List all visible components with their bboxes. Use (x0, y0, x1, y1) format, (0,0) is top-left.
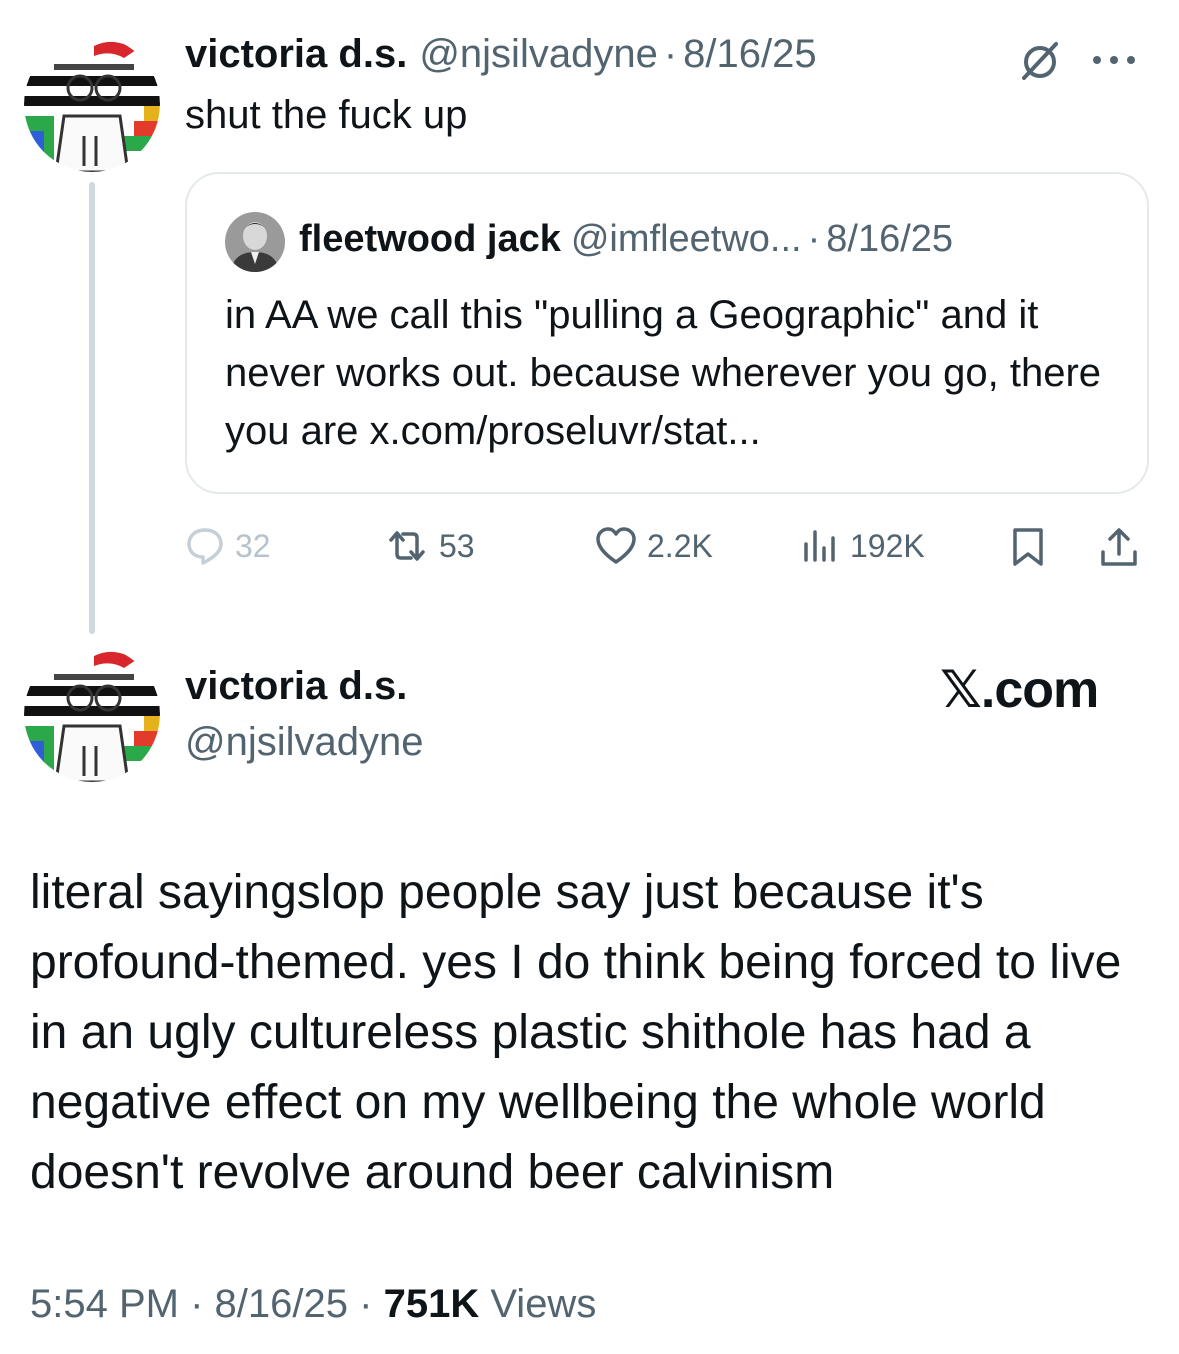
reply-separator: · (663, 32, 678, 76)
meta-separator-2: · (359, 1282, 373, 1326)
reply-icon (185, 526, 225, 566)
quote-text: in AA we call this "pulling a Geographic… (225, 293, 1102, 453)
quote-separator: · (807, 218, 821, 260)
repost-button[interactable]: 53 (385, 526, 475, 566)
avatar-main-author[interactable] (24, 646, 160, 782)
quote-author-handle[interactable]: @imfleetwo... (571, 218, 802, 260)
action-bar: 32 53 2.2K 192K (185, 520, 1149, 576)
views-button[interactable]: 192K (800, 526, 925, 566)
share-icon (1099, 526, 1139, 568)
reply-date[interactable]: 8/16/25 (683, 32, 816, 76)
reply-text: shut the fuck up (185, 93, 468, 137)
brand-logo: 𝕏.com (940, 661, 1099, 719)
avatar-quote-author[interactable] (225, 212, 285, 272)
main-author-handle[interactable]: @njsilvadyne (185, 720, 424, 765)
tweet-date[interactable]: 8/16/25 (215, 1282, 348, 1326)
main-author-name[interactable]: victoria d.s. (185, 664, 407, 709)
bookmark-icon (1010, 526, 1046, 568)
bookmark-button[interactable] (1010, 526, 1046, 568)
quote-author-name[interactable]: fleetwood jack (299, 218, 561, 260)
main-tweet-text: literal sayingslop people say just becau… (30, 866, 1122, 1199)
reply-header-icons (1018, 38, 1138, 87)
share-button[interactable] (1099, 526, 1139, 568)
more-icon[interactable] (1090, 53, 1138, 72)
avatar-reply-author[interactable] (24, 36, 160, 172)
views-count: 192K (850, 527, 925, 564)
repost-count: 53 (439, 527, 475, 564)
tweet-meta: 5:54 PM · 8/16/25 · 751K Views (30, 1282, 596, 1327)
reply-count: 32 (235, 527, 271, 564)
quoted-tweet[interactable]: fleetwood jack @imfleetwo... · 8/16/25 in A… (185, 172, 1149, 494)
reply-author-handle[interactable]: @njsilvadyne (419, 32, 658, 76)
repost-icon (385, 526, 429, 566)
views-total: 751K (383, 1282, 480, 1326)
reply-header: victoria d.s. @njsilvadyne · 8/16/25 (185, 32, 817, 77)
like-button[interactable]: 2.2K (595, 526, 713, 566)
quote-header: fleetwood jack @imfleetwo... · 8/16/25 (299, 218, 953, 261)
like-count: 2.2K (647, 527, 713, 564)
views-icon (800, 526, 840, 566)
reply-button[interactable]: 32 (185, 526, 271, 566)
meta-separator: · (190, 1282, 204, 1326)
views-label: Views (490, 1282, 597, 1326)
thread-line (89, 182, 95, 634)
quote-date[interactable]: 8/16/25 (826, 218, 953, 260)
reply-author-name[interactable]: victoria d.s. (185, 32, 407, 76)
grok-slash-icon[interactable] (1018, 38, 1062, 87)
like-icon (595, 526, 637, 566)
tweet-time[interactable]: 5:54 PM (30, 1282, 179, 1326)
